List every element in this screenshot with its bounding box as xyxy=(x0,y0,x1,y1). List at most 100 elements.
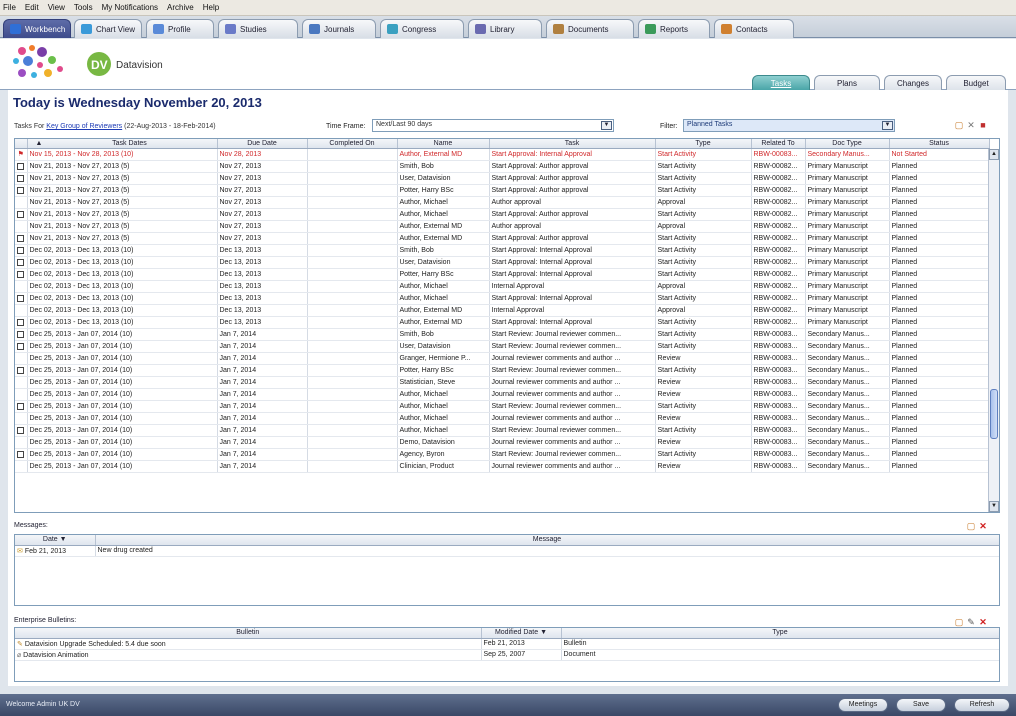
task-checkbox-cell[interactable] xyxy=(15,280,28,293)
task-checkbox[interactable] xyxy=(17,270,25,278)
timeframe-select[interactable]: Next/Last 90 days ▼ xyxy=(372,119,614,132)
task-row[interactable]: Dec 25, 2013 - Jan 07, 2014 (10) Jan 7, 2… xyxy=(15,328,990,341)
task-checkbox[interactable] xyxy=(17,162,25,170)
delete-bulletin-icon[interactable]: ✕ xyxy=(978,617,988,627)
tab-library[interactable]: Library xyxy=(468,19,542,38)
task-row[interactable]: Nov 21, 2013 - Nov 27, 2013 (5) Nov 27, 2… xyxy=(15,208,990,221)
task-checkbox-cell[interactable] xyxy=(15,160,28,173)
task-row[interactable]: Dec 25, 2013 - Jan 07, 2014 (10) Jan 7, 2… xyxy=(15,364,990,377)
task-checkbox-cell[interactable] xyxy=(15,364,28,377)
task-row[interactable]: Dec 25, 2013 - Jan 07, 2014 (10) Jan 7, 2… xyxy=(15,460,990,473)
task-row[interactable]: Dec 02, 2013 - Dec 13, 2013 (10) Dec 13, … xyxy=(15,256,990,269)
task-row[interactable]: Dec 02, 2013 - Dec 13, 2013 (10) Dec 13, … xyxy=(15,280,990,293)
task-checkbox[interactable] xyxy=(17,174,25,182)
column-header-status[interactable]: Status xyxy=(889,139,990,149)
task-row[interactable]: Dec 25, 2013 - Jan 07, 2014 (10) Jan 7, 2… xyxy=(15,412,990,425)
filter-select[interactable]: Planned Tasks ▼ xyxy=(683,119,895,132)
task-checkbox-cell[interactable] xyxy=(15,436,28,449)
task-checkbox-cell[interactable] xyxy=(15,376,28,389)
task-checkbox-cell[interactable] xyxy=(15,460,28,473)
tab-profile[interactable]: Profile xyxy=(146,19,214,38)
task-checkbox-cell[interactable] xyxy=(15,340,28,353)
task-checkbox-cell[interactable] xyxy=(15,304,28,317)
column-header-doc-type[interactable]: Doc Type xyxy=(805,139,890,149)
subtab-plans[interactable]: Plans xyxy=(814,75,880,90)
tab-chart-view[interactable]: Chart View xyxy=(74,19,142,38)
task-checkbox-cell[interactable] xyxy=(15,292,28,305)
column-header-due-date[interactable]: Due Date xyxy=(217,139,308,149)
scroll-up-icon[interactable]: ▲ xyxy=(989,149,999,160)
new-bulletin-icon[interactable]: ▢ xyxy=(954,617,964,627)
task-row[interactable]: ⚑ Nov 15, 2013 - Nov 28, 2013 (10) Nov 28,… xyxy=(15,148,990,161)
column-header-task-dates[interactable]: ▲ Task Dates xyxy=(27,139,218,149)
bulletin-row[interactable]: ✎ Datavision Upgrade Scheduled: 5.4 due … xyxy=(15,638,999,650)
task-row[interactable]: Dec 25, 2013 - Jan 07, 2014 (10) Jan 7, 2… xyxy=(15,352,990,365)
task-checkbox-cell[interactable] xyxy=(15,424,28,437)
column-header-related-to[interactable]: Related To xyxy=(751,139,806,149)
task-checkbox[interactable] xyxy=(17,342,25,350)
tab-congress[interactable]: Congress xyxy=(380,19,464,38)
task-row[interactable]: Dec 02, 2013 - Dec 13, 2013 (10) Dec 13, … xyxy=(15,316,990,329)
new-task-icon[interactable]: ▢ xyxy=(954,120,964,130)
task-checkbox-cell[interactable] xyxy=(15,352,28,365)
menu-item-help[interactable]: Help xyxy=(203,3,219,12)
task-row[interactable]: Dec 02, 2013 - Dec 13, 2013 (10) Dec 13, … xyxy=(15,304,990,317)
task-row[interactable]: Dec 25, 2013 - Jan 07, 2014 (10) Jan 7, 2… xyxy=(15,436,990,449)
task-checkbox-cell[interactable] xyxy=(15,244,28,257)
save-button[interactable]: Save xyxy=(896,698,946,712)
column-header-completed-on[interactable]: Completed On xyxy=(307,139,398,149)
task-checkbox-cell[interactable] xyxy=(15,184,28,197)
task-checkbox[interactable] xyxy=(17,366,25,374)
task-checkbox-cell[interactable] xyxy=(15,328,28,341)
column-header-modified-date[interactable]: Modified Date ▼ xyxy=(481,628,562,639)
menu-item-edit[interactable]: Edit xyxy=(25,3,39,12)
task-row[interactable]: Nov 21, 2013 - Nov 27, 2013 (5) Nov 27, 2… xyxy=(15,172,990,185)
task-row[interactable]: Nov 21, 2013 - Nov 27, 2013 (5) Nov 27, 2… xyxy=(15,184,990,197)
tab-reports[interactable]: Reports xyxy=(638,19,710,38)
task-row[interactable]: Dec 25, 2013 - Jan 07, 2014 (10) Jan 7, 2… xyxy=(15,424,990,437)
subtab-budget[interactable]: Budget xyxy=(946,75,1006,90)
task-checkbox-cell[interactable] xyxy=(15,400,28,413)
task-row[interactable]: Dec 25, 2013 - Jan 07, 2014 (10) Jan 7, 2… xyxy=(15,376,990,389)
task-row[interactable]: Nov 21, 2013 - Nov 27, 2013 (5) Nov 27, 2… xyxy=(15,220,990,233)
dropdown-arrow-icon[interactable]: ▼ xyxy=(601,121,612,130)
task-checkbox-cell[interactable]: ⚑ xyxy=(15,148,28,161)
delete-message-icon[interactable]: ✕ xyxy=(978,521,988,531)
task-row[interactable]: Nov 21, 2013 - Nov 27, 2013 (5) Nov 27, 2… xyxy=(15,232,990,245)
task-checkbox[interactable] xyxy=(17,426,25,434)
task-row[interactable]: Dec 02, 2013 - Dec 13, 2013 (10) Dec 13, … xyxy=(15,268,990,281)
dropdown-arrow-icon[interactable]: ▼ xyxy=(882,121,893,130)
delete-task-icon[interactable]: ✕ xyxy=(966,120,976,130)
task-checkbox[interactable] xyxy=(17,186,25,194)
menu-item-archive[interactable]: Archive xyxy=(167,3,194,12)
tab-contacts[interactable]: Contacts xyxy=(714,19,794,38)
bulletin-row[interactable]: ⌀ Datavision Animation Sep 25, 2007 Docume… xyxy=(15,649,999,661)
task-checkbox[interactable] xyxy=(17,246,25,254)
task-checkbox[interactable] xyxy=(17,450,25,458)
task-row[interactable]: Nov 21, 2013 - Nov 27, 2013 (5) Nov 27, 2… xyxy=(15,196,990,209)
tab-journals[interactable]: Journals xyxy=(302,19,376,38)
column-header-date[interactable]: Date ▼ xyxy=(15,535,96,546)
task-checkbox[interactable] xyxy=(17,210,25,218)
save-task-icon[interactable]: ■ xyxy=(978,120,988,130)
new-message-icon[interactable]: ▢ xyxy=(966,521,976,531)
task-row[interactable]: Dec 25, 2013 - Jan 07, 2014 (10) Jan 7, 2… xyxy=(15,340,990,353)
task-checkbox-cell[interactable] xyxy=(15,172,28,185)
task-checkbox-cell[interactable] xyxy=(15,256,28,269)
column-header-type[interactable]: Type xyxy=(561,628,999,639)
subtab-tasks[interactable]: Tasks xyxy=(752,75,810,90)
task-checkbox-cell[interactable] xyxy=(15,388,28,401)
task-checkbox-cell[interactable] xyxy=(15,268,28,281)
task-checkbox[interactable] xyxy=(17,330,25,338)
task-checkbox[interactable] xyxy=(17,234,25,242)
column-header-type[interactable]: Type xyxy=(655,139,752,149)
tab-studies[interactable]: Studies xyxy=(218,19,298,38)
message-row[interactable]: ✉ Feb 21, 2013 New drug created xyxy=(15,545,999,557)
task-row[interactable]: Dec 25, 2013 - Jan 07, 2014 (10) Jan 7, 2… xyxy=(15,388,990,401)
scroll-down-icon[interactable]: ▼ xyxy=(989,501,999,512)
task-checkbox-cell[interactable] xyxy=(15,448,28,461)
menu-item-tools[interactable]: Tools xyxy=(74,3,93,12)
task-row[interactable]: Dec 25, 2013 - Jan 07, 2014 (10) Jan 7, 2… xyxy=(15,400,990,413)
task-row[interactable]: Dec 02, 2013 - Dec 13, 2013 (10) Dec 13, … xyxy=(15,244,990,257)
column-header-name[interactable]: Name xyxy=(397,139,490,149)
